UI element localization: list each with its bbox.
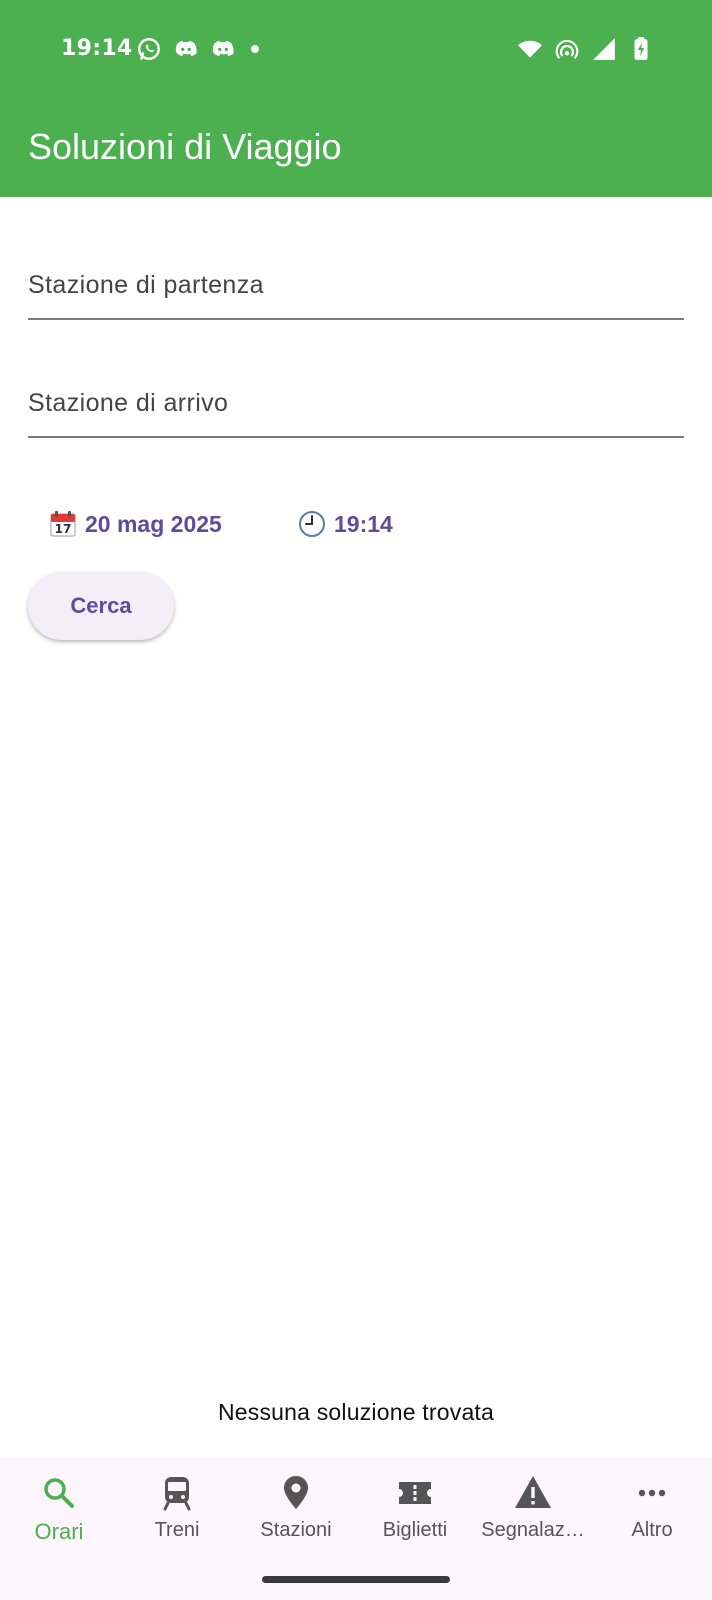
notification-dot [251, 45, 259, 53]
calendar-icon: 17 [50, 511, 76, 537]
nav-item-treni[interactable]: Treni [118, 1473, 236, 1563]
nav-label: Altro [631, 1519, 673, 1541]
nav-label: Biglietti [382, 1519, 448, 1541]
nav-label: Orari [34, 1519, 84, 1544]
nav-label: Segnalaz… [481, 1519, 585, 1541]
time-picker-button[interactable]: 19:14 [298, 502, 393, 546]
more-horizontal-icon [638, 1489, 666, 1497]
location-pin-icon [284, 1476, 308, 1509]
arrival-field [28, 358, 684, 438]
svg-text:17: 17 [55, 522, 72, 536]
nav-item-stazioni[interactable]: Stazioni [237, 1473, 355, 1563]
train-icon [163, 1477, 191, 1511]
arrival-station-input[interactable] [28, 389, 684, 418]
status-time: 19:14 [61, 36, 133, 61]
date-value: 20 mag 2025 [85, 510, 222, 537]
home-indicator[interactable] [262, 1576, 450, 1583]
nav-label: Stazioni [260, 1519, 332, 1541]
status-bar: 19:14 [0, 0, 712, 104]
search-icon [44, 1478, 74, 1508]
nav-item-biglietti[interactable]: Biglietti [356, 1473, 474, 1563]
departure-station-input[interactable] [28, 271, 684, 300]
ticket-icon [399, 1482, 431, 1504]
clock-icon [299, 511, 325, 537]
departure-field [28, 240, 684, 320]
nav-label: Treni [154, 1519, 200, 1541]
battery-charging-icon [634, 37, 648, 60]
hotspot-icon [555, 39, 579, 59]
whatsapp-icon [138, 38, 160, 60]
wifi-icon [518, 40, 542, 58]
empty-results-message: Nessuna soluzione trovata [217, 1399, 495, 1425]
app-header: 19:14 Soluzioni di Viaggio [0, 0, 712, 197]
nav-item-altro[interactable]: Altro [593, 1473, 711, 1563]
status-icons-left [136, 36, 259, 62]
discord-icon [212, 40, 234, 57]
discord-icon [175, 40, 197, 57]
nav-item-orari[interactable]: Orari [0, 1473, 118, 1563]
page-title: Soluzioni di Viaggio [28, 126, 342, 167]
signal-icon [593, 38, 615, 60]
date-picker-button[interactable]: 17 20 mag 2025 [49, 502, 222, 546]
status-icons-right [517, 36, 654, 62]
time-value: 19:14 [334, 510, 393, 537]
search-button[interactable]: Cerca [28, 572, 174, 640]
nav-item-segnalazioni[interactable]: Segnalaz… [474, 1473, 592, 1563]
warning-icon [515, 1476, 551, 1508]
screen: 19:14 Soluzioni di Viaggio Stazione di p… [0, 0, 712, 1600]
